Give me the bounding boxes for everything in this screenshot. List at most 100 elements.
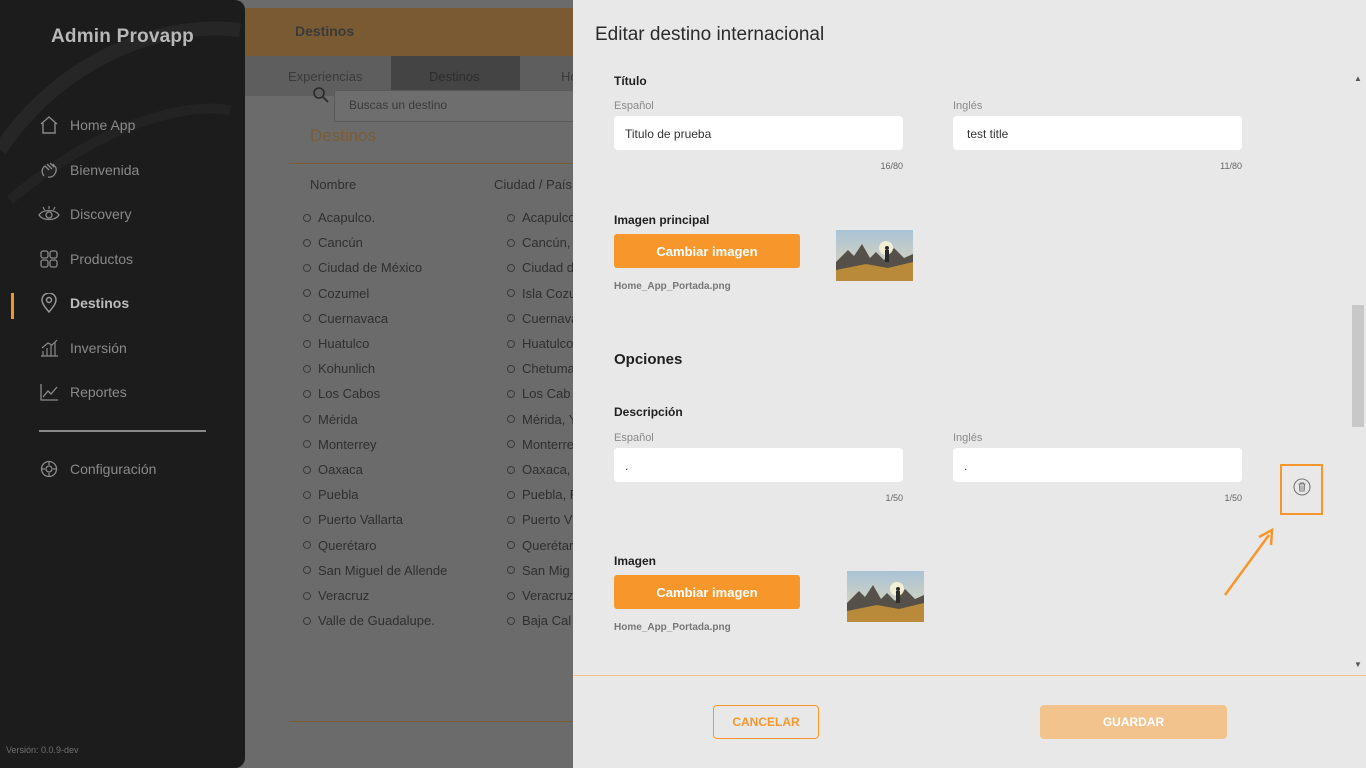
table-row-name[interactable]: Oaxaca [303, 462, 363, 477]
sidebar-divider [39, 430, 206, 432]
scroll-up-arrow[interactable]: ▲ [1354, 74, 1362, 83]
sidebar-item-destinos[interactable]: Destinos [38, 291, 129, 315]
radio-icon [303, 541, 311, 550]
table-row-city[interactable]: Ciudad d [507, 260, 573, 275]
table-row-name[interactable]: Cuernavaca [303, 311, 388, 326]
radio-icon [303, 238, 311, 247]
table-row-name[interactable]: Cozumel [303, 286, 369, 301]
row-name: Cuernavaca [318, 310, 389, 326]
table-row-city[interactable]: Cancún, [507, 235, 570, 250]
description-en-input[interactable]: . [953, 448, 1242, 482]
sidebar-item-label: Discovery [70, 206, 132, 222]
row-city: Puerto V [522, 512, 573, 528]
table-row-city[interactable]: Veracruz [507, 588, 573, 603]
description-es-counter: 1/50 [885, 493, 903, 503]
titulo-en-input[interactable]: test title [953, 116, 1242, 150]
sidebar-item-reportes[interactable]: Reportes [38, 380, 127, 404]
row-city: San Mig [522, 562, 570, 578]
table-row-city[interactable]: Querétar [507, 538, 573, 553]
table-row-city[interactable]: Baja Cal [507, 613, 571, 628]
table-row-city[interactable]: San Mig [507, 563, 570, 578]
radio-icon [303, 289, 311, 298]
panel-title: Editar destino internacional [595, 24, 825, 45]
row-name: Kohunlich [318, 361, 376, 377]
table-row-name[interactable]: San Miguel de Allende [303, 563, 447, 578]
table-row-name[interactable]: Puerto Vallarta [303, 512, 403, 527]
titulo-es-input[interactable]: Titulo de prueba [614, 116, 903, 150]
options-section-title: Opciones [614, 351, 683, 368]
location-pin-icon [38, 292, 60, 314]
change-main-image-button[interactable]: Cambiar imagen [614, 234, 800, 268]
table-row-name[interactable]: Cancún [303, 235, 363, 250]
sidebar-item-label: Destinos [70, 295, 130, 311]
row-city: Puebla, P [522, 487, 573, 503]
cancel-button[interactable]: CANCELAR [713, 705, 819, 739]
table-row-city[interactable]: Oaxaca, [507, 462, 570, 477]
sidebar-item-configuracion[interactable]: Configuración [38, 457, 156, 481]
radio-icon [303, 314, 311, 323]
delete-option-button[interactable] [1280, 464, 1323, 515]
table-row-name[interactable]: Ciudad de México [303, 260, 422, 275]
table-row-city[interactable]: Monterre [507, 437, 573, 452]
sidebar-item-inversion[interactable]: Inversión [38, 336, 127, 360]
tab-destinos[interactable]: Destinos [429, 69, 480, 84]
radio-icon [507, 616, 515, 625]
table-row-name[interactable]: Los Cabos [303, 386, 380, 401]
table-row-city[interactable]: Isla Cozu [507, 286, 573, 301]
change-image-button[interactable]: Cambiar imagen [614, 575, 800, 609]
sidebar-item-home-app[interactable]: Home App [38, 113, 135, 137]
row-city: Acapulco [522, 210, 573, 225]
search-icon [312, 86, 330, 109]
search-placeholder: Buscas un destino [349, 98, 448, 112]
panel-scrollbar[interactable]: ▲ ▼ [1350, 70, 1366, 675]
radio-icon [303, 566, 311, 575]
scroll-down-arrow[interactable]: ▼ [1354, 660, 1362, 669]
table-row-city[interactable]: Los Cab [507, 386, 570, 401]
table-row-city[interactable]: Acapulco [507, 210, 573, 225]
sidebar-item-label: Inversión [70, 340, 127, 356]
table-row-city[interactable]: Cuernava [507, 311, 573, 326]
row-name: Mérida [318, 411, 358, 427]
table-row-name[interactable]: Veracruz [303, 588, 369, 603]
radio-icon [507, 364, 515, 373]
table-row-city[interactable]: Puerto V [507, 512, 573, 527]
description-es-input[interactable]: . [614, 448, 903, 482]
search-input[interactable]: Buscas un destino [334, 90, 574, 122]
row-name: Acapulco. [318, 210, 376, 225]
table-row-city[interactable]: Huatulco [507, 336, 573, 351]
panel-scroll-area[interactable]: Título Español Inglés Titulo de prueba t… [573, 70, 1366, 675]
table-row-name[interactable]: Puebla [303, 487, 358, 502]
table-row-city[interactable]: Puebla, P [507, 487, 573, 502]
save-button[interactable]: GUARDAR [1040, 705, 1227, 739]
radio-icon [303, 263, 311, 272]
table-row-name[interactable]: Mérida [303, 412, 358, 427]
table-row-name[interactable]: Kohunlich [303, 361, 375, 376]
radio-icon [303, 213, 311, 222]
version-label: Versión: 0.0.9-dev [6, 745, 79, 755]
table-row-city[interactable]: Mérida, Y [507, 412, 573, 427]
radio-icon [507, 465, 515, 474]
table-row-city[interactable]: Chetuma [507, 361, 573, 376]
main-image-thumbnail [836, 230, 913, 281]
home-icon [38, 114, 60, 136]
column-header-ciudad: Ciudad / País [494, 177, 573, 192]
table-row-name[interactable]: Acapulco. [303, 210, 375, 225]
edit-destination-panel: Editar destino internacional Título Espa… [573, 0, 1366, 768]
radio-icon [303, 616, 311, 625]
radio-icon [507, 314, 515, 323]
radio-icon [507, 389, 515, 398]
row-name: Monterrey [318, 436, 377, 452]
row-city: Huatulco [522, 336, 573, 351]
table-row-name[interactable]: Valle de Guadalupe. [303, 613, 435, 628]
sidebar-item-bienvenida[interactable]: Bienvenida [38, 158, 139, 182]
eye-icon [38, 203, 60, 225]
sidebar-item-productos[interactable]: Productos [38, 247, 133, 271]
sidebar-item-label: Productos [70, 251, 134, 267]
table-row-name[interactable]: Huatulco [303, 336, 369, 351]
sidebar-item-discovery[interactable]: Discovery [38, 202, 131, 226]
scrollbar-thumb[interactable] [1352, 305, 1364, 427]
table-row-name[interactable]: Monterrey [303, 437, 377, 452]
tab-experiencias[interactable]: Experiencias [288, 69, 362, 84]
table-row-name[interactable]: Querétaro [303, 538, 377, 553]
radio-icon [507, 490, 515, 499]
